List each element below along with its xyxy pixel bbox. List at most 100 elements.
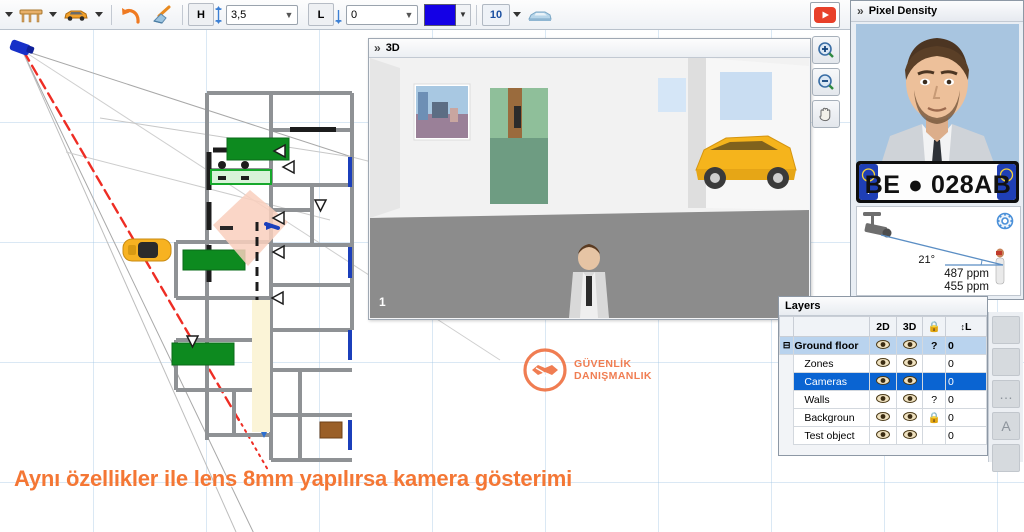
layer-row-backgroun[interactable]: Backgroun 🔒 0 <box>780 408 988 427</box>
3d-viewport-title: 3D <box>385 42 400 54</box>
zoom-in-icon[interactable] <box>812 36 840 64</box>
layer-2d-toggle[interactable] <box>869 354 897 373</box>
layer-row-zones[interactable]: Zones 0 <box>780 354 988 373</box>
chevron-right-icon[interactable]: » <box>374 41 381 55</box>
layer-2d-toggle[interactable] <box>869 336 897 355</box>
layer-lock-toggle[interactable] <box>922 372 946 391</box>
layer-3d-toggle[interactable] <box>895 336 924 355</box>
camera-number-label: 1 <box>379 295 386 309</box>
table-dropdown-caret[interactable] <box>49 12 57 17</box>
layer-2d-toggle[interactable] <box>869 390 897 409</box>
lock-icon[interactable]: 🔒 <box>922 316 946 337</box>
layer-level-value[interactable]: 0 <box>944 426 988 445</box>
layer-name[interactable]: Walls <box>793 390 871 409</box>
layer-expand-cell[interactable] <box>780 373 794 391</box>
layer-row-cameras[interactable]: Cameras 0 <box>780 372 988 391</box>
layer-button-5[interactable] <box>992 444 1020 472</box>
watermark-line-1: GÜVENLİK <box>574 358 632 370</box>
col-2d[interactable]: 2D <box>869 316 897 337</box>
height-arrow-icon <box>215 5 222 24</box>
layer-level-value[interactable]: 0 <box>944 354 988 373</box>
layer-name[interactable]: Cameras <box>793 372 871 391</box>
furniture-dropdown-caret[interactable] <box>5 12 13 17</box>
car-preset-icon[interactable] <box>524 2 556 28</box>
angle-label: 21° <box>918 254 935 266</box>
car-icon[interactable] <box>60 2 92 28</box>
layer-3d-toggle[interactable] <box>895 426 924 445</box>
layer-3d-toggle[interactable] <box>895 390 924 409</box>
col-3d[interactable]: 3D <box>895 316 924 337</box>
layer-expand-cell[interactable]: ⊟ <box>778 336 795 355</box>
layer-2d-toggle[interactable] <box>869 426 897 445</box>
layer-name[interactable]: Zones <box>793 354 871 373</box>
layer-button-1[interactable] <box>992 316 1020 344</box>
layer-lock-toggle[interactable]: ? <box>922 390 946 409</box>
layer-lock-toggle[interactable]: 🔒 <box>922 408 946 427</box>
layer-level-value[interactable]: 0 <box>944 372 988 391</box>
toolbar-divider-2 <box>182 4 183 25</box>
height-input[interactable]: 3,5 ▼ <box>226 4 298 25</box>
3d-viewport[interactable]: » 3D 1 <box>368 38 811 320</box>
layer-row-test-object[interactable]: Test object 0 <box>780 426 988 445</box>
layers-header-row: 2D 3D 🔒 ↕L <box>778 316 988 337</box>
gear-icon <box>996 212 1014 230</box>
undo-icon[interactable] <box>117 2 147 28</box>
level-input[interactable]: 0 ▼ <box>346 4 418 25</box>
chevron-down-icon[interactable]: ▼ <box>401 10 417 20</box>
watermark-line-2: DANIŞMANLIK <box>574 370 652 382</box>
level-arrow-icon <box>335 9 342 24</box>
layer-expand-cell[interactable] <box>780 355 794 373</box>
layer-expand-cell[interactable] <box>780 391 794 409</box>
youtube-button[interactable] <box>810 2 840 28</box>
youtube-icon <box>814 7 836 23</box>
ppm-diagram: 21° 487 ppm 455 ppm <box>856 206 1021 296</box>
color-swatch[interactable] <box>424 3 456 26</box>
broom-icon[interactable] <box>147 2 177 28</box>
pan-hand-icon[interactable] <box>812 100 840 128</box>
ppm-bottom-label: 455 ppm <box>944 281 989 293</box>
chevron-down-icon[interactable]: ▼ <box>281 10 297 20</box>
col-level[interactable]: ↕L <box>944 316 988 337</box>
level-label: L <box>308 3 334 26</box>
layer-level-value[interactable]: 0 <box>944 390 988 409</box>
layer-more-button[interactable]: … <box>992 380 1020 408</box>
layer-button-2[interactable] <box>992 348 1020 376</box>
layer-name[interactable]: Backgroun <box>793 408 871 427</box>
layers-side-toolbar: … A <box>988 312 1023 472</box>
layer-name[interactable]: Test object <box>793 426 871 445</box>
table-icon[interactable] <box>16 2 46 28</box>
license-plate: I BE ● 028AB <box>856 161 1019 203</box>
wall-picture <box>413 83 471 141</box>
layer-lock-toggle[interactable] <box>922 354 946 373</box>
layer-level-value[interactable]: 0 <box>944 408 988 427</box>
layer-3d-toggle[interactable] <box>895 354 924 373</box>
watermark-text: GÜVENLİK DANIŞMANLIK <box>574 358 652 382</box>
layer-row-ground-floor[interactable]: ⊟ Ground floor? 0 <box>778 336 988 355</box>
layer-expand-cell[interactable] <box>780 409 794 427</box>
face-preview <box>856 24 1019 174</box>
layer-text-button[interactable]: A <box>992 412 1020 440</box>
plan-car-1 <box>122 238 172 262</box>
layer-2d-toggle[interactable] <box>869 372 897 391</box>
layer-lock-toggle[interactable]: ? <box>922 336 946 355</box>
layer-lock-toggle[interactable] <box>922 426 946 445</box>
person-icon <box>995 248 1005 285</box>
handshake-icon <box>523 348 567 392</box>
layer-2d-toggle[interactable] <box>869 408 897 427</box>
count-value[interactable]: 10 <box>482 3 510 26</box>
layer-3d-toggle[interactable] <box>895 372 924 391</box>
layer-name[interactable]: Ground floor <box>793 336 871 355</box>
layer-expand-cell[interactable] <box>780 427 794 445</box>
count-dropdown-caret[interactable] <box>513 12 521 17</box>
toolbar-divider-3 <box>476 4 477 25</box>
layer-3d-toggle[interactable] <box>895 408 924 427</box>
chevron-right-icon[interactable]: » <box>857 4 864 18</box>
layer-level-value[interactable]: 0 <box>944 336 988 355</box>
plate-number: BE ● 028AB <box>865 171 1012 199</box>
car-dropdown-caret[interactable] <box>95 12 103 17</box>
layer-row-walls[interactable]: Walls? 0 <box>780 390 988 409</box>
color-dropdown-caret[interactable]: ▼ <box>456 3 471 26</box>
zoom-out-icon[interactable] <box>812 68 840 96</box>
3d-scene[interactable]: 1 <box>370 58 809 318</box>
layers-panel-header: Layers <box>779 297 987 316</box>
